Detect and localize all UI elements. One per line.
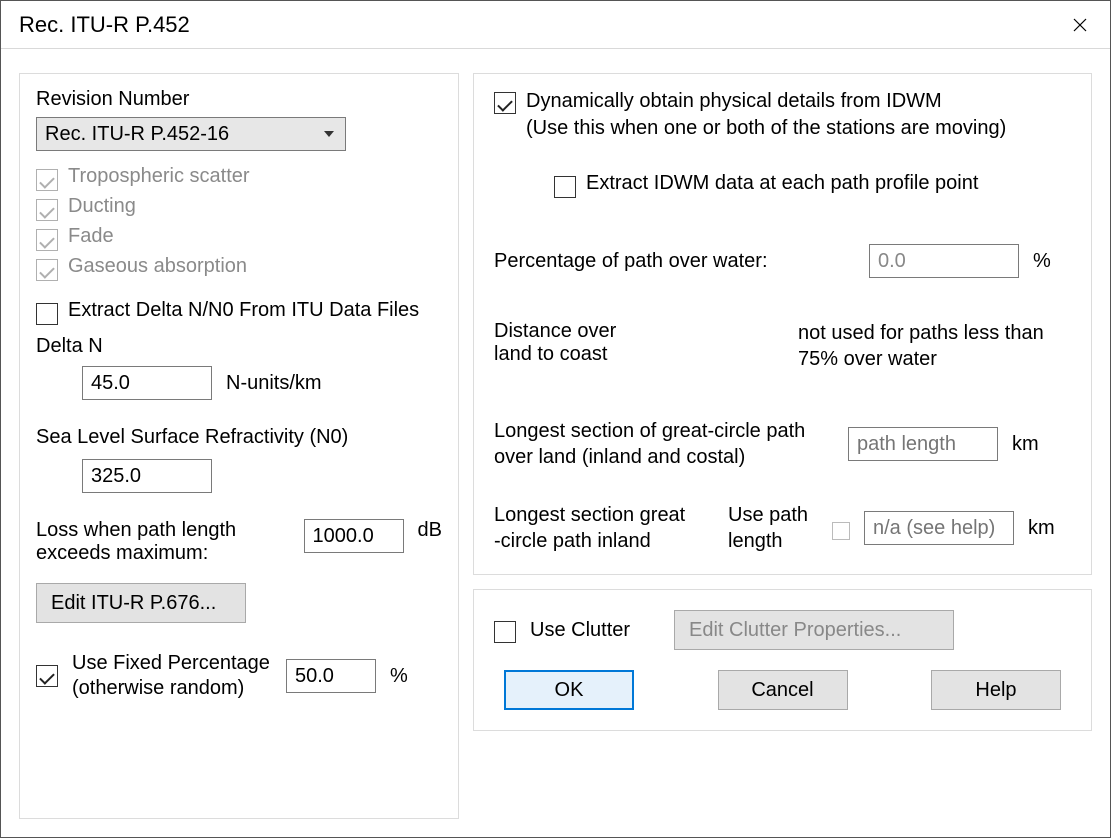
- fixed-pct-input[interactable]: [286, 659, 376, 693]
- fixed-pct-unit: %: [390, 665, 408, 688]
- extract-idwm-checkbox[interactable]: [554, 176, 576, 198]
- longest-land-input: [848, 427, 998, 461]
- delta-n-input[interactable]: [82, 366, 212, 400]
- left-panel: Revision Number Rec. ITU-R P.452-16 Trop…: [19, 73, 459, 819]
- fade-checkbox: [36, 229, 58, 251]
- window-title: Rec. ITU-R P.452: [19, 12, 190, 38]
- longest-inland-row: Longest section great -circle path inlan…: [494, 502, 1071, 554]
- pct-water-row: Percentage of path over water: %: [494, 244, 1071, 278]
- delta-n-row: N-units/km: [82, 366, 442, 400]
- loss-unit: dB: [418, 519, 442, 542]
- extract-delta-label: Extract Delta N/N0 From ITU Data Files: [68, 299, 419, 322]
- dist-land-note: not used for paths less than 75% over wa…: [798, 320, 1071, 372]
- fade-label: Fade: [68, 225, 114, 248]
- extract-idwm-row[interactable]: Extract IDWM data at each path profile p…: [554, 172, 1071, 198]
- gaseous-option: Gaseous absorption: [36, 255, 442, 281]
- n0-input[interactable]: [82, 459, 212, 493]
- loss-input[interactable]: [304, 519, 404, 553]
- pct-water-input: [869, 244, 1019, 278]
- revision-combo-wrap: Rec. ITU-R P.452-16: [36, 117, 346, 151]
- loss-row: Loss when path length exceeds maximum: d…: [36, 519, 442, 565]
- bottom-panel: Use Clutter Edit Clutter Properties... O…: [473, 589, 1092, 731]
- longest-land-unit: km: [1012, 433, 1050, 456]
- tropo-checkbox: [36, 169, 58, 191]
- extract-delta-row[interactable]: Extract Delta N/N0 From ITU Data Files: [36, 299, 442, 325]
- content-area: Revision Number Rec. ITU-R P.452-16 Trop…: [1, 49, 1110, 837]
- use-clutter-label: Use Clutter: [530, 619, 660, 642]
- longest-inland-unit: km: [1028, 517, 1066, 540]
- edit-p676-button[interactable]: Edit ITU-R P.676...: [36, 583, 246, 623]
- longest-land-label: Longest section of great-circle path ove…: [494, 418, 834, 470]
- longest-land-row: Longest section of great-circle path ove…: [494, 418, 1071, 470]
- fixed-pct-label: Use Fixed Percentage (otherwise random): [72, 651, 272, 701]
- fixed-pct-row: Use Fixed Percentage (otherwise random) …: [36, 651, 442, 701]
- help-button[interactable]: Help: [931, 670, 1061, 710]
- edit-clutter-button: Edit Clutter Properties...: [674, 610, 954, 650]
- pct-water-unit: %: [1033, 250, 1071, 273]
- tropo-option: Tropospheric scatter: [36, 165, 442, 191]
- gaseous-checkbox: [36, 259, 58, 281]
- dialog-button-row: OK Cancel Help: [494, 670, 1071, 710]
- revision-combo[interactable]: Rec. ITU-R P.452-16: [36, 117, 346, 151]
- idwm-panel: Dynamically obtain physical details from…: [473, 73, 1092, 575]
- delta-n-unit: N-units/km: [226, 372, 322, 395]
- ducting-option: Ducting: [36, 195, 442, 221]
- ducting-checkbox: [36, 199, 58, 221]
- tropo-label: Tropospheric scatter: [68, 165, 250, 188]
- fade-option: Fade: [36, 225, 442, 251]
- dynamic-idwm-row[interactable]: Dynamically obtain physical details from…: [494, 88, 1071, 142]
- gaseous-label: Gaseous absorption: [68, 255, 247, 278]
- dynamic-idwm-checkbox[interactable]: [494, 92, 516, 114]
- delta-n-label: Delta N: [36, 335, 442, 358]
- ducting-label: Ducting: [68, 195, 136, 218]
- longest-inland-label: Longest section great -circle path inlan…: [494, 502, 714, 554]
- extract-idwm-label: Extract IDWM data at each path profile p…: [586, 172, 978, 195]
- cancel-button[interactable]: Cancel: [718, 670, 848, 710]
- right-column: Dynamically obtain physical details from…: [473, 73, 1092, 819]
- revision-label: Revision Number: [36, 88, 442, 111]
- extract-delta-checkbox[interactable]: [36, 303, 58, 325]
- loss-label: Loss when path length exceeds maximum:: [36, 519, 290, 565]
- use-path-len-label: Use path length: [728, 502, 818, 554]
- use-clutter-checkbox[interactable]: [494, 621, 516, 643]
- use-path-len-checkbox: [832, 522, 850, 540]
- longest-inland-input: [864, 511, 1014, 545]
- fixed-pct-checkbox[interactable]: [36, 665, 58, 687]
- clutter-row: Use Clutter Edit Clutter Properties...: [494, 610, 1071, 650]
- dist-land-label: Distance over land to coast: [494, 320, 784, 366]
- close-icon: [1073, 18, 1087, 32]
- dynamic-idwm-label: Dynamically obtain physical details from…: [526, 88, 1006, 142]
- n0-label: Sea Level Surface Refractivity (N0): [36, 426, 442, 449]
- ok-button[interactable]: OK: [504, 670, 634, 710]
- pct-water-label: Percentage of path over water:: [494, 250, 855, 273]
- dist-land-row: Distance over land to coast not used for…: [494, 320, 1071, 372]
- dialog-window: Rec. ITU-R P.452 Revision Number Rec. IT…: [0, 0, 1111, 838]
- close-button[interactable]: [1050, 1, 1110, 49]
- titlebar: Rec. ITU-R P.452: [1, 1, 1110, 49]
- n0-row: [82, 459, 442, 493]
